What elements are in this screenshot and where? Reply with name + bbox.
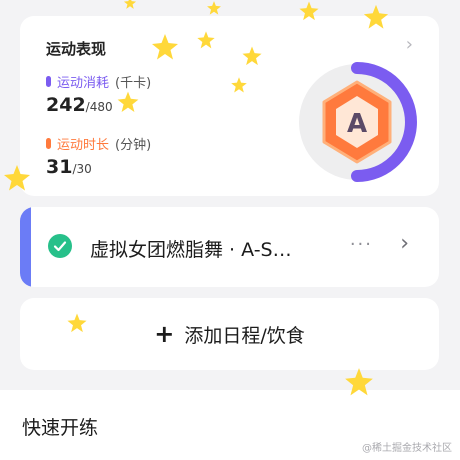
plus-icon: + bbox=[154, 320, 175, 348]
duration-unit: (分钟) bbox=[115, 138, 152, 153]
star-icon bbox=[345, 368, 373, 396]
quick-start-section: 快速开练 @稀土掘金技术社区 bbox=[0, 390, 460, 460]
star-icon bbox=[363, 4, 389, 29]
more-icon[interactable]: ··· bbox=[350, 234, 373, 255]
duration-label-row: 运动时长 (分钟) bbox=[46, 134, 151, 153]
star-icon bbox=[4, 165, 30, 191]
schedule-card[interactable]: 虚拟女团燃脂舞 · A-S… ··· › bbox=[20, 207, 439, 287]
schedule-accent-bar bbox=[20, 207, 31, 287]
calories-label: 运动消耗 bbox=[57, 76, 110, 91]
star-icon bbox=[242, 46, 262, 66]
grade-badge: A bbox=[299, 62, 417, 182]
star-icon bbox=[152, 34, 178, 60]
duration-total: /30 bbox=[72, 162, 92, 176]
duration-dot-icon bbox=[46, 138, 51, 149]
calories-total: /480 bbox=[85, 100, 113, 114]
chevron-right-icon[interactable]: › bbox=[400, 231, 409, 256]
star-icon bbox=[231, 77, 247, 93]
calories-value: 242/480 bbox=[46, 94, 113, 116]
chevron-right-icon[interactable]: › bbox=[406, 36, 413, 54]
watermark: @稀土掘金技术社区 bbox=[362, 443, 452, 454]
star-icon bbox=[207, 1, 221, 15]
calories-number: 242 bbox=[46, 94, 86, 116]
schedule-title: 虚拟女团燃脂舞 · A-S… bbox=[90, 239, 292, 261]
quick-start-title: 快速开练 bbox=[22, 417, 99, 439]
star-icon bbox=[67, 313, 87, 333]
duration-value: 31/30 bbox=[46, 156, 92, 178]
check-icon[interactable] bbox=[48, 234, 72, 258]
star-icon bbox=[117, 91, 139, 112]
calories-unit: (千卡) bbox=[115, 76, 152, 91]
calories-dot-icon bbox=[46, 76, 51, 87]
star-icon bbox=[299, 1, 319, 21]
star-icon bbox=[197, 31, 215, 49]
duration-label: 运动时长 bbox=[57, 138, 110, 153]
duration-number: 31 bbox=[46, 156, 73, 178]
star-icon bbox=[123, 0, 137, 9]
add-label: 添加日程/饮食 bbox=[184, 324, 305, 347]
performance-title: 运动表现 bbox=[46, 40, 107, 58]
calories-label-row: 运动消耗 (千卡) bbox=[46, 72, 151, 91]
grade-letter: A bbox=[347, 109, 367, 139]
performance-card[interactable]: 运动表现 › 运动消耗 (千卡) 242/480 运动时长 (分钟) 31/30 A bbox=[20, 16, 439, 196]
